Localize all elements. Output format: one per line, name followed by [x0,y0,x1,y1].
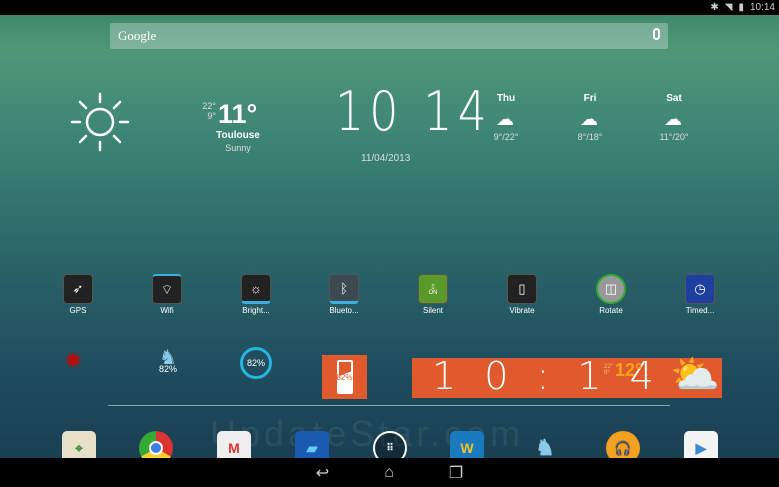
bluetooth-icon: ✱ [710,2,719,13]
bluetooth-icon: ᛒ [329,274,359,304]
temp-high: 22° [202,101,216,111]
city-name: Toulouse [216,130,260,141]
google-search-bar[interactable]: Google [110,23,668,49]
toggle-timeout[interactable]: ◷ Timed... [670,274,730,315]
toggle-brightness[interactable]: ☼ Bright... [226,274,286,315]
toggle-wifi[interactable]: ⌔ Wifi [137,274,197,315]
recent-apps-button[interactable]: ❐ [449,463,463,483]
temp-low: 9° [207,111,216,121]
forecast-sat: Sat ☁ 11°/20° [659,93,689,142]
battery-bird-widget[interactable]: ♞ 82% [150,345,186,374]
status-time: 10:14 [749,2,775,13]
wifi-icon: ◥ [724,2,733,13]
clock-date: 11/04/2013 [361,153,411,164]
orange-clock-widget[interactable]: 1 0 : 1 4 22° 9° 12° ⛅ [412,353,722,398]
dock-divider [108,405,670,406]
current-temp: 11° [218,99,258,129]
battery-icon: ▮ [738,2,744,13]
gps-icon: ➶ [63,274,93,304]
toggle-silent[interactable]: ▯ ON Silent [403,274,463,315]
cloud-icon: ☁ [664,109,682,129]
timer-icon: ◷ [685,274,715,304]
wifi-icon: ⌔ [152,274,182,304]
toggle-bluetooth[interactable]: ᛒ Blueto... [314,274,374,315]
silent-icon: ▯ ON [418,274,448,304]
forecast-fri: Fri ☁ 8°/18° [577,93,603,142]
rain-cloud-icon: ☁ [496,109,514,129]
search-label: Google [118,28,157,43]
vibrate-icon: ▯ [507,274,537,304]
rotate-icon: ◫ [596,274,626,304]
toggle-rotate[interactable]: ◫ Rotate [581,274,641,315]
toggle-vibrate[interactable]: ▯ Vibrate [492,274,552,315]
home-screen: Google 22° 9° 11° Toulouse Sunny 10 14 1… [0,15,779,465]
navigation-bar: ↩ ⌂ ❐ [0,458,779,487]
battery-ring-widget[interactable]: 82% [240,347,272,379]
toggle-gps[interactable]: ➶ GPS [48,274,108,315]
battery-icon: 82% [336,360,353,394]
orange-clock-temp: 12° [615,360,643,380]
bug-app-icon[interactable]: ✹ [64,348,82,374]
battery-tile-widget[interactable]: 82% [322,355,367,399]
weather-condition: Sunny [225,143,251,153]
brightness-icon: ☼ [241,274,271,304]
sunny-weather-icon[interactable] [70,92,130,152]
forecast-thu: Thu ☁ 9°/22° [493,93,519,142]
status-bar: ✱ ◥ ▮ 10:14 [0,0,779,15]
clock-time[interactable]: 10 14 [335,80,492,143]
showers-cloud-icon: ☁ [580,109,598,129]
back-button[interactable]: ↩ [316,463,329,483]
home-button[interactable]: ⌂ [384,464,394,482]
microphone-icon[interactable] [653,28,660,40]
partly-cloudy-icon: ⛅ [670,353,720,397]
